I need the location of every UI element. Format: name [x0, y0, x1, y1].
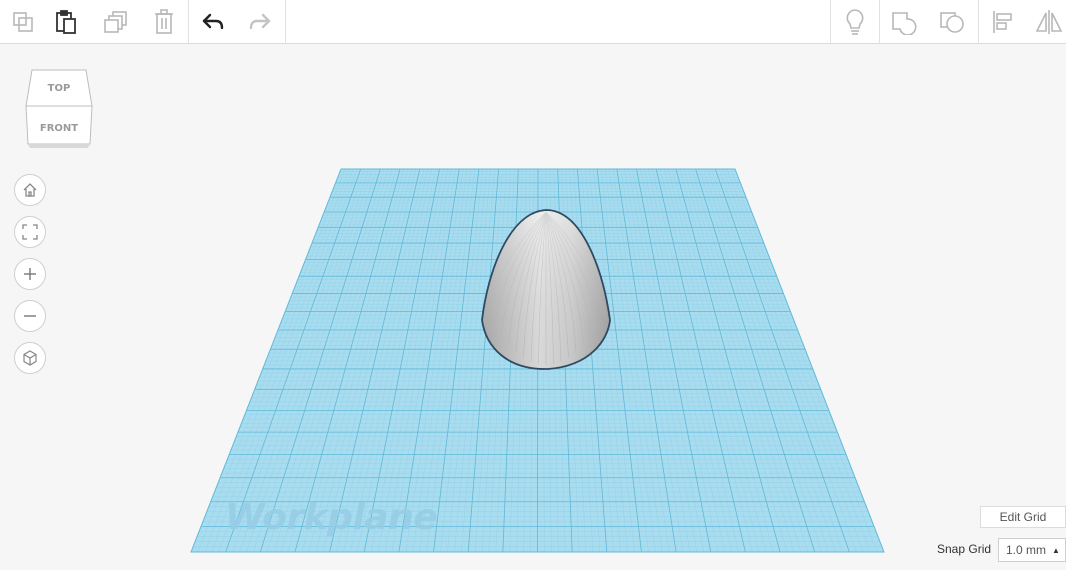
- mirror-button[interactable]: [1026, 0, 1066, 43]
- ungroup-button[interactable]: [929, 0, 975, 43]
- copy-button[interactable]: [0, 0, 46, 43]
- group-button[interactable]: [881, 0, 927, 43]
- snap-grid-value: 1.0 mm: [1006, 543, 1047, 557]
- caret-up-icon: ▲: [1052, 545, 1060, 555]
- duplicate-button[interactable]: [93, 0, 139, 43]
- edit-grid-button[interactable]: Edit Grid: [980, 506, 1066, 528]
- toolbar-separator: [978, 0, 979, 43]
- snap-grid-label: Snap Grid: [937, 542, 992, 556]
- duplicate-icon: [104, 10, 127, 33]
- undo-icon: [202, 13, 224, 29]
- snap-grid-select[interactable]: 1.0 mm ▲: [998, 538, 1066, 562]
- trash-icon: [155, 8, 173, 34]
- mirror-icon: [1035, 9, 1063, 34]
- undo-button[interactable]: [190, 0, 236, 43]
- delete-button[interactable]: [141, 0, 187, 43]
- copy-icon: [13, 11, 33, 32]
- group-icon: [892, 11, 917, 35]
- toolbar-separator: [830, 0, 831, 43]
- ungroup-icon: [940, 11, 964, 33]
- workplane-scene[interactable]: [0, 44, 1066, 570]
- toolbar-separator: [879, 0, 880, 43]
- show-hide-button[interactable]: [832, 0, 878, 43]
- redo-icon: [249, 13, 271, 29]
- paste-icon: [56, 9, 76, 34]
- lightbulb-icon: [846, 8, 864, 35]
- workplane-label: Workplane: [225, 497, 438, 538]
- toolbar-separator: [188, 0, 189, 43]
- toolbar: [0, 0, 1066, 44]
- align-icon: [993, 10, 1012, 33]
- toolbar-separator: [285, 0, 286, 43]
- align-button[interactable]: [980, 0, 1026, 43]
- redo-button[interactable]: [237, 0, 283, 43]
- paste-button[interactable]: [43, 0, 89, 43]
